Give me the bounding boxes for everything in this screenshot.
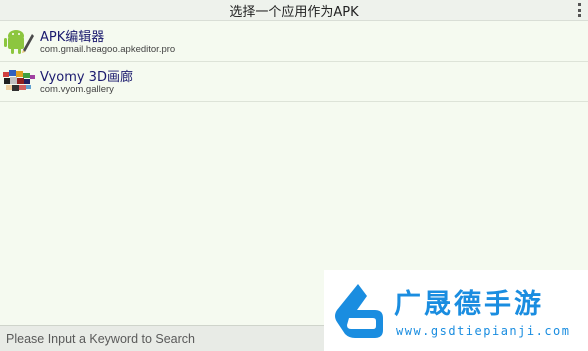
- overflow-menu-icon[interactable]: [578, 3, 582, 17]
- title-bar: 选择一个应用作为APK: [0, 0, 588, 21]
- search-bar: [0, 325, 330, 351]
- gallery-icon: [3, 70, 35, 91]
- page-title: 选择一个应用作为APK: [229, 5, 359, 20]
- watermark-logo-icon: [335, 284, 383, 338]
- app-package: com.gmail.heagoo.apkeditor.pro: [40, 44, 176, 55]
- watermark-text: 广晟德手游: [394, 289, 544, 320]
- app-name: Vyomy 3D画廊: [40, 70, 133, 85]
- android-pencil-icon: [4, 30, 34, 54]
- watermark-url: www.gsdtiepianji.com: [396, 324, 571, 338]
- app-package: com.vyom.gallery: [40, 84, 114, 95]
- search-input[interactable]: [0, 326, 330, 351]
- list-item[interactable]: APK编辑器 com.gmail.heagoo.apkeditor.pro: [0, 22, 588, 62]
- watermark: 广晟德手游 www.gsdtiepianji.com: [324, 270, 588, 351]
- app-name: APK编辑器: [40, 30, 105, 45]
- list-item[interactable]: Vyomy 3D画廊 com.vyom.gallery: [0, 62, 588, 102]
- app-list: APK编辑器 com.gmail.heagoo.apkeditor.pro Vy…: [0, 22, 588, 102]
